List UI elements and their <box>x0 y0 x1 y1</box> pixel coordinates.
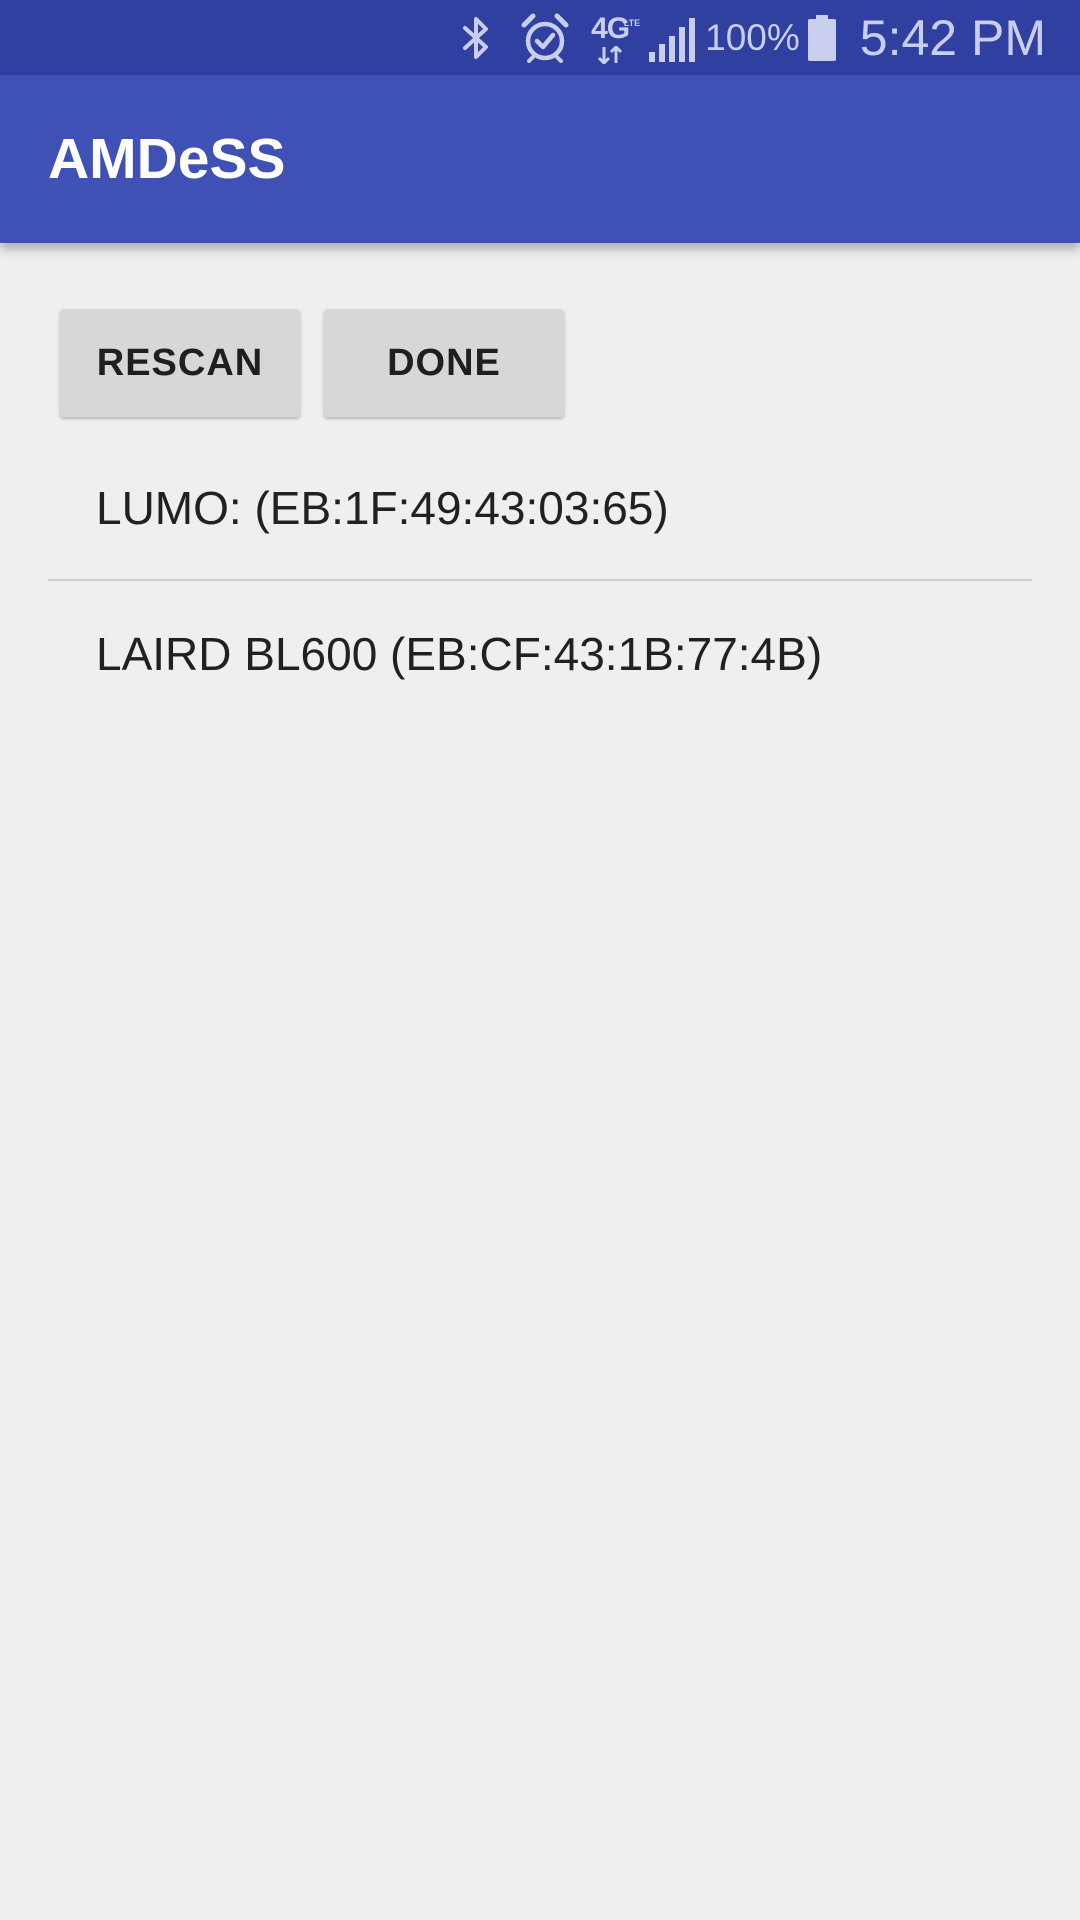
device-label: LAIRD BL600 (EB:CF:43:1B:77:4B) <box>96 628 823 680</box>
network-type-label: 4G <box>591 11 630 45</box>
device-list-item[interactable]: LAIRD BL600 (EB:CF:43:1B:77:4B) <box>48 581 1032 727</box>
app-bar: AMDeSS <box>0 75 1080 243</box>
alarm-icon <box>521 13 569 63</box>
signal-icon <box>647 14 697 62</box>
device-list-item[interactable]: LUMO: (EB:1F:49:43:03:65) <box>48 436 1032 579</box>
rescan-button[interactable]: RESCAN <box>60 309 300 417</box>
bluetooth-icon <box>459 14 493 62</box>
status-bar: 4G LTE 100% 5:42 PM <box>0 0 1080 75</box>
battery-percent: 100% <box>705 16 800 58</box>
battery-icon <box>806 14 838 62</box>
done-button[interactable]: DONE <box>324 309 564 417</box>
network-4g-lte-icon: 4G LTE <box>591 11 640 64</box>
device-label: LUMO: (EB:1F:49:43:03:65) <box>96 481 669 534</box>
app-title: AMDeSS <box>48 127 286 191</box>
status-time: 5:42 PM <box>859 9 1046 66</box>
device-list: LUMO: (EB:1F:49:43:03:65) LAIRD BL600 (E… <box>48 436 1032 727</box>
data-arrows-icon <box>598 45 623 64</box>
network-lte-label: LTE <box>623 17 641 28</box>
